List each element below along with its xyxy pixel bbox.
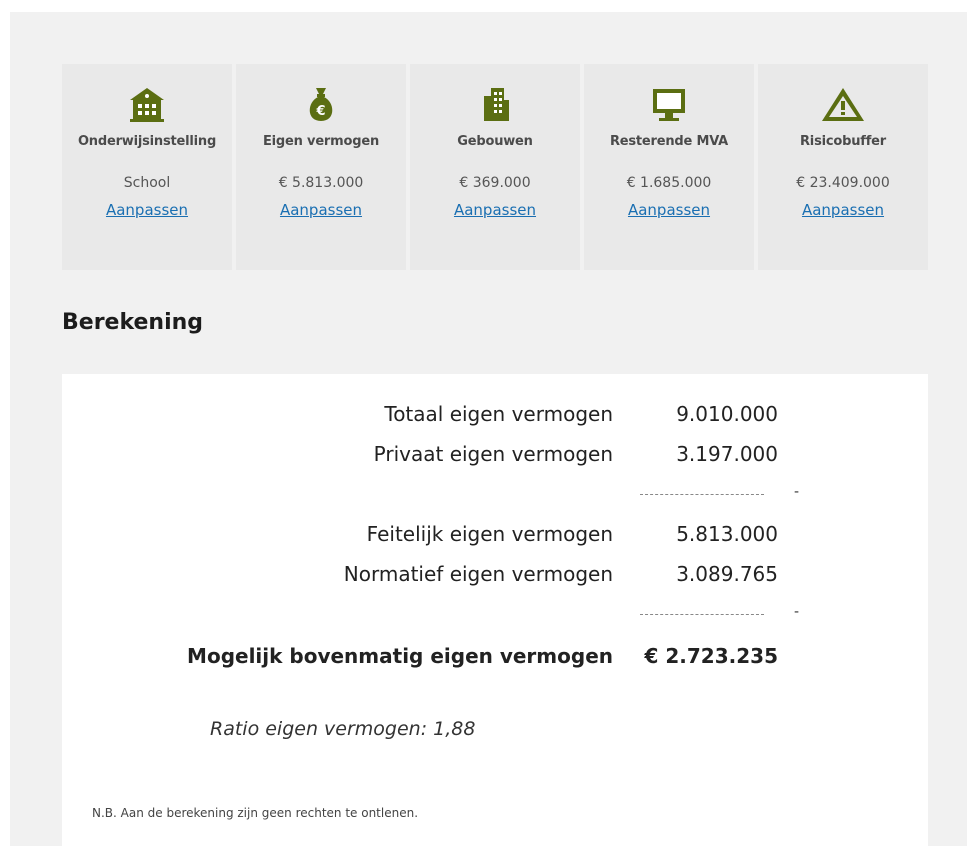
calculation-box: Totaal eigen vermogen 9.010.000 Privaat … (62, 374, 928, 846)
card-title: Risicobuffer (800, 134, 886, 149)
office-building-icon (410, 84, 580, 128)
calc-label: Privaat eigen vermogen (373, 442, 613, 466)
card-title: Resterende MVA (609, 134, 729, 149)
subtraction-line (640, 614, 764, 615)
minus-sign: - (794, 604, 800, 620)
card-value: € 1.685.000 (626, 175, 712, 191)
main-panel: Onderwijsinstelling School Aanpassen € E… (10, 12, 967, 846)
result-label: Mogelijk bovenmatig eigen vermogen (187, 644, 613, 668)
card-risicobuffer: Risicobuffer € 23.409.000 Aanpassen (758, 64, 928, 270)
disclaimer-note: N.B. Aan de berekening zijn geen rechten… (92, 806, 419, 820)
calc-value: 9.010.000 (676, 402, 778, 426)
card-eigen-vermogen: € Eigen vermogen € 5.813.000 Aanpassen (236, 64, 406, 270)
summary-cards: Onderwijsinstelling School Aanpassen € E… (62, 64, 928, 270)
card-onderwijsinstelling: Onderwijsinstelling School Aanpassen (62, 64, 232, 270)
minus-sign: - (794, 484, 800, 500)
result-value: € 2.723.235 (644, 644, 779, 668)
edit-risicobuffer-link[interactable]: Aanpassen (802, 201, 884, 219)
card-value: School (123, 175, 171, 191)
edit-resterende-mva-link[interactable]: Aanpassen (628, 201, 710, 219)
school-building-icon (62, 84, 232, 128)
card-title: Onderwijsinstelling (77, 134, 217, 149)
calc-row-totaal: Totaal eigen vermogen 9.010.000 (62, 402, 928, 432)
edit-gebouwen-link[interactable]: Aanpassen (454, 201, 536, 219)
ratio-text: Ratio eigen vermogen: 1,88 (210, 718, 476, 740)
svg-text:€: € (315, 104, 325, 119)
calc-row-feitelijk: Feitelijk eigen vermogen 5.813.000 (62, 522, 928, 552)
monitor-icon (584, 84, 754, 128)
card-resterende-mva: Resterende MVA € 1.685.000 Aanpassen (584, 64, 754, 270)
calc-value: 3.089.765 (676, 562, 778, 586)
card-value: € 369.000 (459, 175, 531, 191)
calc-value: 5.813.000 (676, 522, 778, 546)
card-title: Eigen vermogen (263, 134, 379, 149)
calc-label: Feitelijk eigen vermogen (366, 522, 613, 546)
calc-row-result: Mogelijk bovenmatig eigen vermogen € 2.7… (62, 644, 928, 674)
card-value: € 5.813.000 (278, 175, 364, 191)
card-title: Gebouwen (457, 134, 533, 149)
warning-icon (758, 84, 928, 128)
calc-label: Normatief eigen vermogen (343, 562, 613, 586)
calc-label: Totaal eigen vermogen (384, 402, 613, 426)
edit-eigen-vermogen-link[interactable]: Aanpassen (280, 201, 362, 219)
edit-onderwijsinstelling-link[interactable]: Aanpassen (106, 201, 188, 219)
money-bag-icon: € (236, 84, 406, 128)
card-value: € 23.409.000 (796, 175, 890, 191)
section-title: Berekening (62, 310, 204, 335)
calc-row-privaat: Privaat eigen vermogen 3.197.000 (62, 442, 928, 472)
subtraction-line (640, 494, 764, 495)
card-gebouwen: Gebouwen € 369.000 Aanpassen (410, 64, 580, 270)
calc-row-normatief: Normatief eigen vermogen 3.089.765 (62, 562, 928, 592)
calc-value: 3.197.000 (676, 442, 778, 466)
